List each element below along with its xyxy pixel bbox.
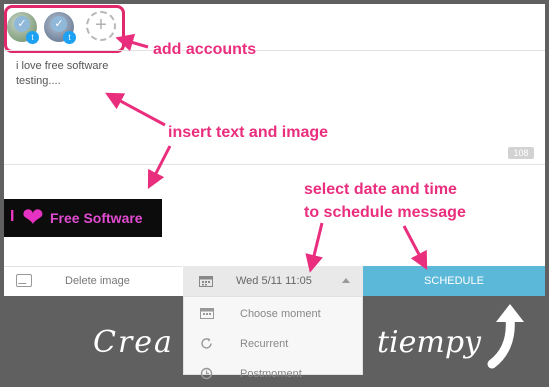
arrow-add-accounts — [115, 33, 149, 52]
arrow-schedule — [402, 225, 428, 270]
callout-select-date-2: to schedule message — [304, 204, 466, 221]
arrow-insert-image — [147, 145, 172, 190]
callout-insert-text: insert text and image — [168, 124, 329, 141]
arrow-date — [305, 222, 324, 273]
annotation-arrows — [105, 33, 428, 273]
callout-select-date-1: select date and time — [304, 181, 457, 198]
arrow-insert-text — [105, 92, 166, 127]
callout-add-accounts: add accounts — [153, 41, 257, 58]
